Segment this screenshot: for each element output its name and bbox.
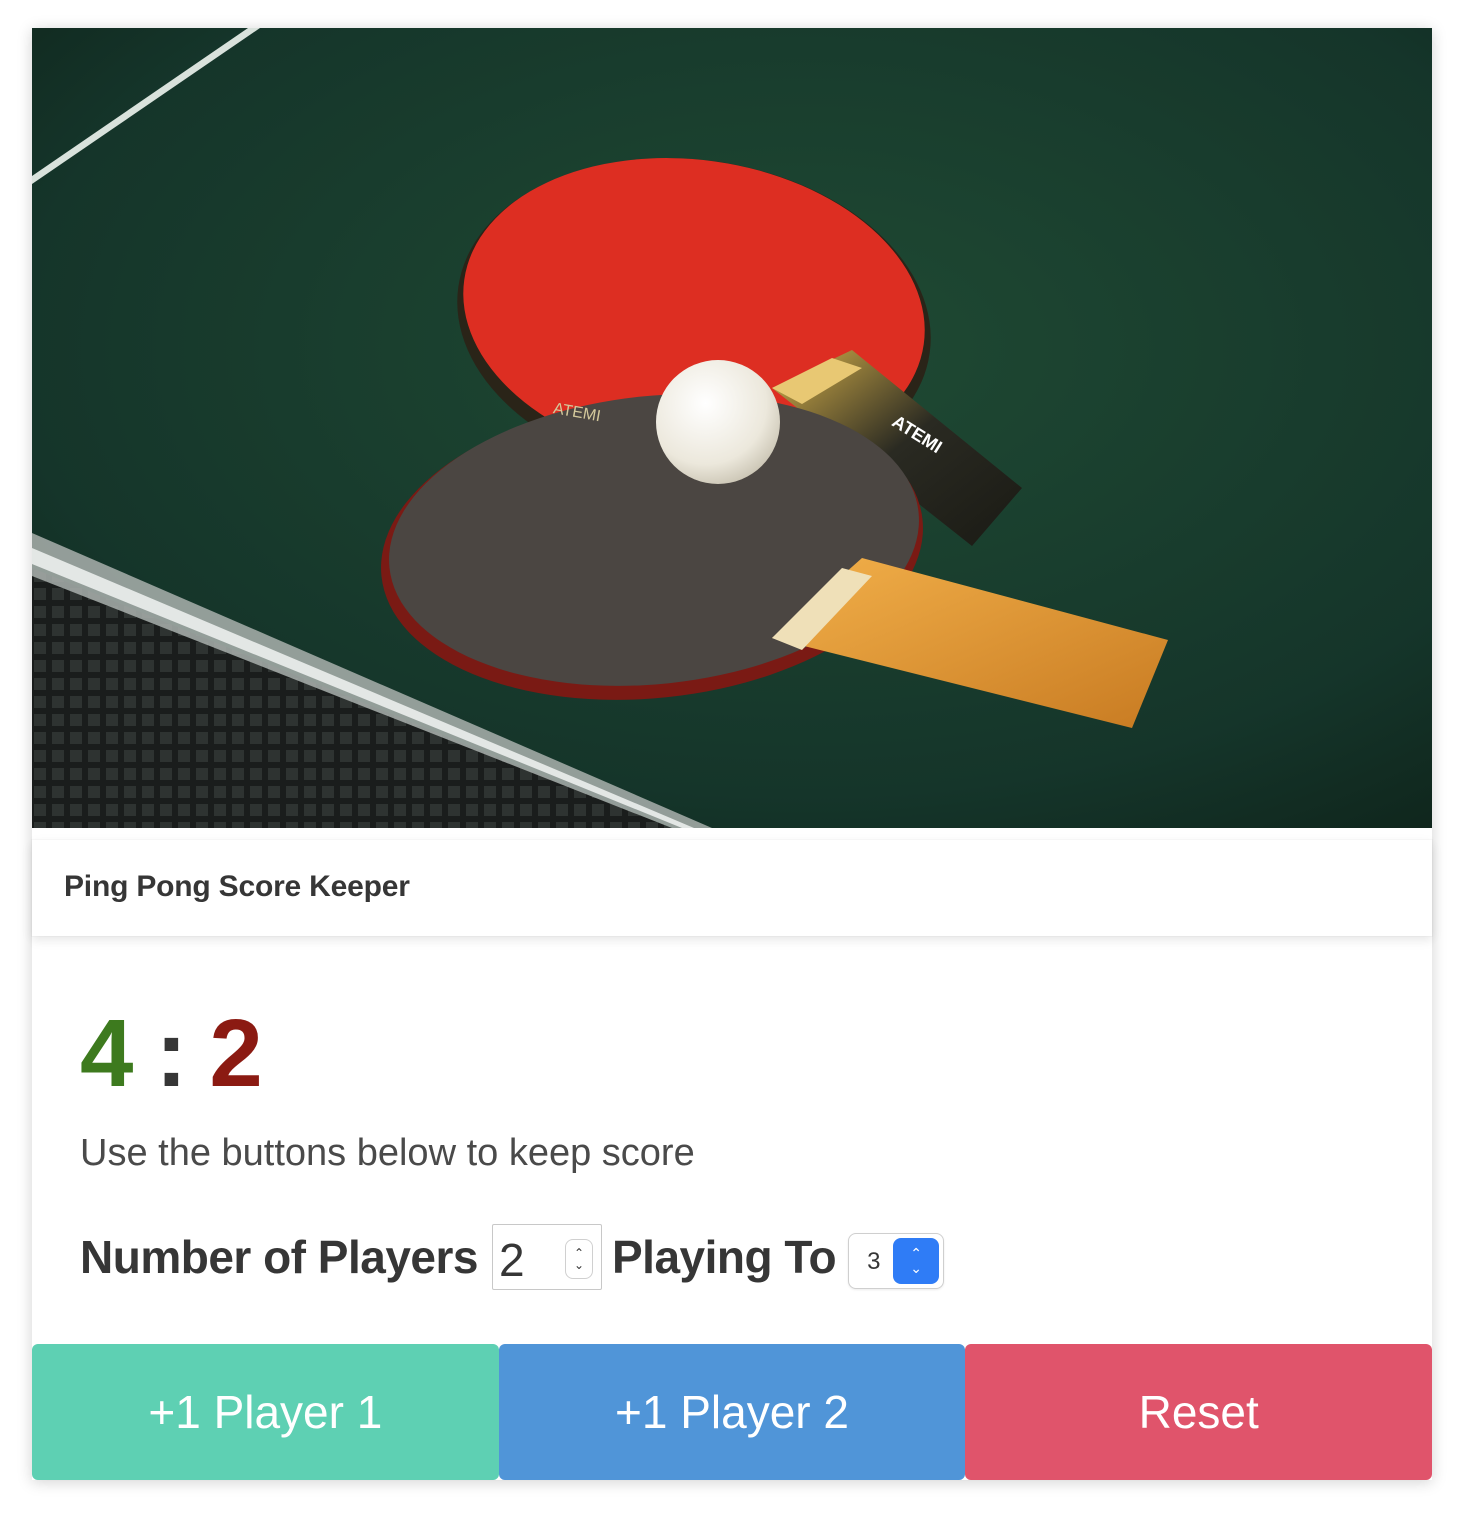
add-player2-point-button[interactable]: +1 Player 2	[498, 1344, 966, 1480]
score-separator: :	[155, 1000, 188, 1107]
player1-score: 4	[80, 1000, 134, 1107]
add-player1-point-button[interactable]: +1 Player 1	[32, 1344, 499, 1480]
action-buttons: +1 Player 1 +1 Player 2 Reset	[32, 1344, 1433, 1480]
card-header: Ping Pong Score Keeper	[32, 840, 1432, 936]
playing-to-select[interactable]: 3 ⌃ ⌄	[848, 1233, 945, 1289]
number-spinner[interactable]: ⌃ ⌄	[564, 1239, 593, 1279]
players-value: 2	[498, 1234, 525, 1286]
hero-image: ATEMI ATEMI	[32, 28, 1432, 828]
playing-to-value: 3	[867, 1248, 881, 1275]
select-chevron-icon[interactable]: ⌃ ⌄	[893, 1238, 940, 1284]
ping-pong-paddles-photo: ATEMI ATEMI	[32, 28, 1432, 828]
spinner-down-icon[interactable]: ⌄	[574, 1259, 584, 1271]
reset-button[interactable]: Reset	[965, 1344, 1433, 1480]
score-keeper-card: ATEMI ATEMI Ping Pong Score Keeper 4 : 2…	[32, 28, 1433, 1480]
card-title: Ping Pong Score Keeper	[64, 870, 410, 903]
player2-score: 2	[209, 1000, 263, 1107]
settings-controls: Number of Players 2 ⌃ ⌄ Playing To 3 ⌃ ⌄	[80, 1222, 945, 1292]
instructions-text: Use the buttons below to keep score	[80, 1132, 695, 1174]
players-label: Number of Players	[80, 1231, 478, 1283]
players-number-input[interactable]: 2 ⌃ ⌄	[491, 1224, 602, 1290]
score-display: 4 : 2	[80, 1006, 263, 1102]
playing-to-label: Playing To	[611, 1231, 837, 1283]
